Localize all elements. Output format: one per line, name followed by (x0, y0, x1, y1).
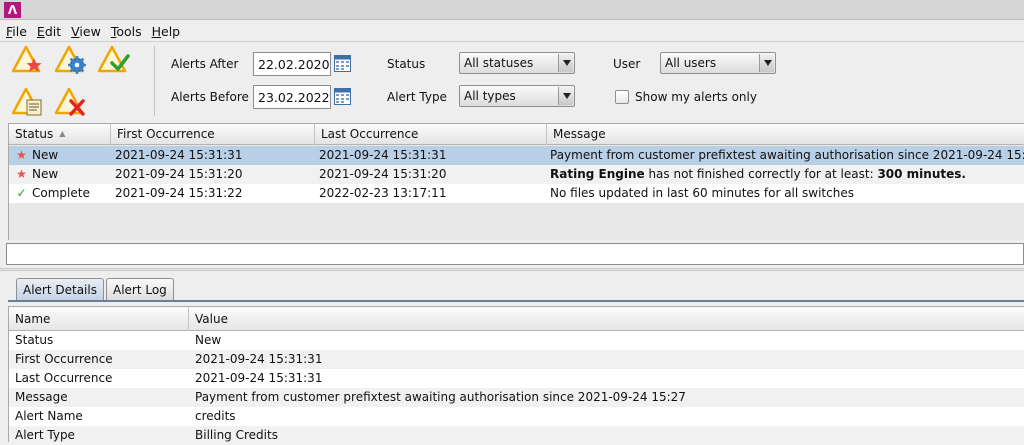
chevron-down-icon[interactable] (558, 87, 573, 105)
alert-type-label: Alert Type (387, 90, 447, 104)
user-label: User (613, 57, 641, 71)
detail-value: 2021-09-24 15:31:31 (195, 352, 323, 366)
tab-alert-log[interactable]: Alert Log (105, 278, 174, 300)
first-occurrence-cell: 2021-09-24 15:31:31 (115, 148, 243, 162)
star-icon: ★ (16, 167, 27, 181)
alert-type-select[interactable]: All types (459, 85, 575, 107)
detail-value: Payment from customer prefixtest awaitin… (195, 390, 686, 404)
detail-name: Status (15, 333, 54, 347)
menu-tools[interactable]: Tools (105, 21, 146, 41)
detail-value: New (195, 333, 222, 347)
detail-name: Last Occurrence (15, 371, 113, 385)
table-row[interactable]: ★ New 2021-09-24 15:31:31 2021-09-24 15:3… (9, 146, 1024, 165)
alert-details-table: Name Value Status New First Occurrence 2… (8, 306, 1024, 445)
menu-view[interactable]: View (65, 21, 105, 41)
column-header-message[interactable]: Message (547, 124, 1024, 145)
column-header-value[interactable]: Value (189, 307, 1024, 331)
calendar-icon[interactable] (334, 88, 351, 105)
complete-alert-icon[interactable] (98, 44, 130, 76)
detail-name: Alert Type (15, 428, 75, 442)
status-cell: ✓ Complete (16, 186, 90, 200)
star-icon: ★ (16, 148, 27, 162)
details-row[interactable]: Status New (9, 331, 1024, 350)
calendar-icon[interactable] (334, 55, 351, 72)
status-label: Status (387, 57, 426, 71)
message-cell: Payment from customer prefixtest awaitin… (550, 148, 1024, 162)
show-my-alerts-checkbox[interactable] (615, 90, 629, 104)
detail-name: First Occurrence (15, 352, 113, 366)
alerts-after-label: Alerts After (171, 57, 239, 71)
split-pane-divider[interactable] (0, 268, 1024, 271)
alert-settings-icon[interactable] (55, 44, 87, 76)
last-occurrence-cell: 2022-02-23 13:17:11 (319, 186, 447, 200)
details-row[interactable]: First Occurrence 2021-09-24 15:31:31 (9, 350, 1024, 369)
alerts-after-field[interactable]: 22.02.2020 (253, 52, 331, 76)
alerts-before-label: Alerts Before (171, 90, 249, 104)
column-header-status[interactable]: Status ▲ (9, 124, 111, 145)
user-select-value: All users (665, 56, 717, 70)
show-my-alerts-label[interactable]: Show my alerts only (635, 90, 757, 104)
status-cell: ★ New (16, 148, 59, 162)
menu-bar: File Edit View Tools Help (0, 21, 1024, 41)
alerts-table-header: Status ▲ First Occurrence Last Occurrence… (9, 124, 1024, 145)
alerts-before-field[interactable]: 23.02.2022 (253, 85, 331, 109)
last-occurrence-cell: 2021-09-24 15:31:31 (319, 148, 447, 162)
detail-value: 2021-09-24 15:31:31 (195, 371, 323, 385)
first-occurrence-cell: 2021-09-24 15:31:20 (115, 167, 243, 181)
table-filter-input[interactable] (6, 243, 1024, 265)
details-row[interactable]: Alert Name credits (9, 407, 1024, 426)
menu-divider (0, 41, 1024, 42)
alert-type-select-value: All types (464, 89, 516, 103)
menu-file[interactable]: File (0, 21, 31, 41)
app-logo-icon: Λ (4, 2, 21, 18)
status-cell: ★ New (16, 167, 59, 181)
title-bar: Λ (0, 0, 1024, 20)
detail-name: Message (15, 390, 68, 404)
tab-underline (8, 300, 1024, 302)
new-alert-icon[interactable] (12, 44, 44, 76)
edit-alert-icon[interactable] (12, 86, 44, 118)
details-row[interactable]: Alert Type Billing Credits (9, 426, 1024, 445)
detail-tabs: Alert Details Alert Log (16, 278, 176, 300)
status-select-value: All statuses (464, 56, 534, 70)
toolbar-separator (154, 46, 155, 116)
table-row[interactable]: ★ New 2021-09-24 15:31:20 2021-09-24 15:3… (9, 165, 1024, 184)
message-cell: No files updated in last 60 minutes for … (550, 186, 854, 200)
column-header-name[interactable]: Name (9, 307, 189, 331)
column-header-first-occurrence[interactable]: First Occurrence (111, 124, 315, 145)
menu-help[interactable]: Help (146, 21, 185, 41)
last-occurrence-cell: 2021-09-24 15:31:20 (319, 167, 447, 181)
chevron-down-icon[interactable] (759, 54, 774, 72)
message-cell: Rating Engine has not finished correctly… (550, 167, 966, 181)
column-header-last-occurrence[interactable]: Last Occurrence (315, 124, 547, 145)
tab-alert-details[interactable]: Alert Details (16, 278, 104, 300)
menu-edit[interactable]: Edit (31, 21, 65, 41)
chevron-down-icon[interactable] (558, 54, 573, 72)
details-row[interactable]: Last Occurrence 2021-09-24 15:31:31 (9, 369, 1024, 388)
delete-alert-icon[interactable] (55, 86, 87, 118)
detail-value: credits (195, 409, 236, 423)
status-select[interactable]: All statuses (459, 52, 575, 74)
details-row[interactable]: Message Payment from customer prefixtest… (9, 388, 1024, 407)
alerts-table: Status ▲ First Occurrence Last Occurrence… (8, 123, 1024, 240)
detail-name: Alert Name (15, 409, 83, 423)
first-occurrence-cell: 2021-09-24 15:31:22 (115, 186, 243, 200)
sort-ascending-icon: ▲ (59, 129, 66, 138)
user-select[interactable]: All users (660, 52, 776, 74)
table-row[interactable]: ✓ Complete 2021-09-24 15:31:22 2022-02-23… (9, 184, 1024, 203)
check-icon: ✓ (16, 186, 27, 200)
details-table-header: Name Value (9, 307, 1024, 331)
detail-value: Billing Credits (195, 428, 278, 442)
